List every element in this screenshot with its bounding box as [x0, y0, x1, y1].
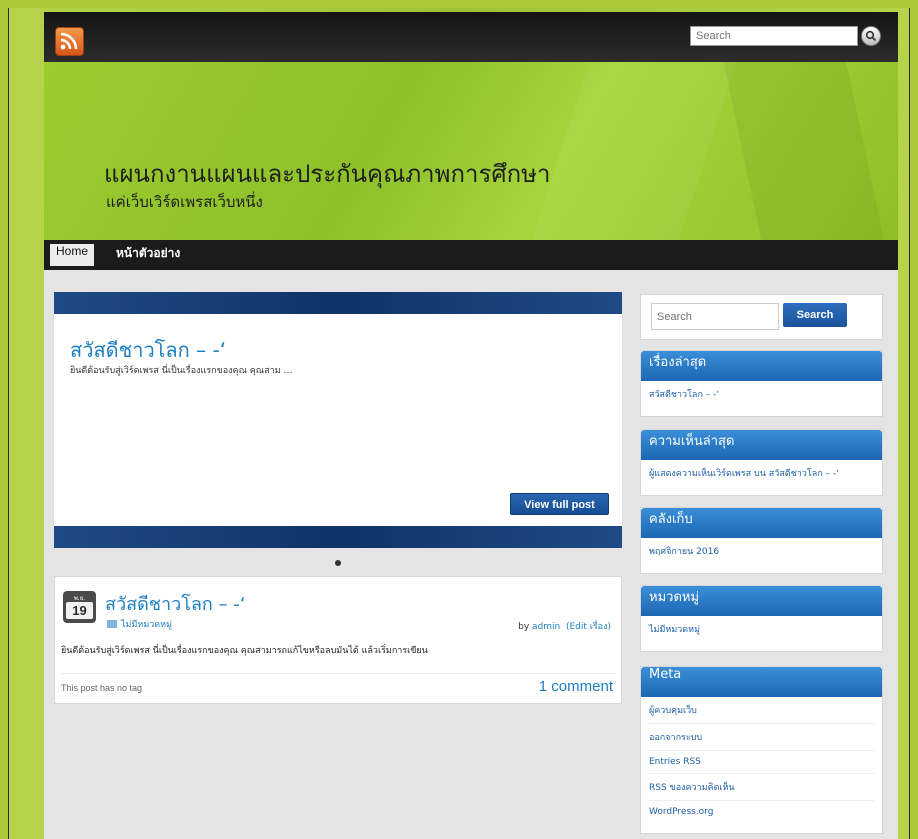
nav-home[interactable]: Home	[50, 244, 95, 266]
post-tags: This post has no tag	[61, 683, 143, 693]
widget-link[interactable]: RSS ของความคิดเห็น	[649, 774, 874, 801]
slider-bottom-bar	[54, 526, 622, 548]
top-search-button[interactable]	[861, 26, 881, 46]
post-edit-link[interactable]: (Edit เรื่อง)	[566, 622, 611, 632]
rss-icon[interactable]	[55, 27, 84, 56]
widget-link[interactable]: ออกจากระบบ	[649, 724, 874, 751]
slider-pager-dot[interactable]	[335, 560, 341, 566]
widget-title: คลังเก็บ	[641, 508, 882, 538]
widget-categories: หมวดหมู่ ไม่มีหมวดหมู่	[640, 585, 883, 652]
widget-archives: คลังเก็บ พฤศจิกายน 2016	[640, 507, 883, 574]
widget-link[interactable]: Entries RSS	[649, 751, 874, 774]
post-card: พ.ย. 19 สวัสดีชาวโลก – -‘ ไม่มีหมวดหมู่ …	[54, 576, 622, 704]
widget-link[interactable]: พฤศจิกายน 2016	[649, 538, 874, 564]
sidebar-search-input[interactable]	[651, 303, 779, 330]
top-bar	[44, 12, 898, 62]
header-decoration	[718, 62, 890, 240]
widget-link[interactable]: WordPress.org	[649, 801, 874, 823]
widget-recent-comments: ความเห็นล่าสุด ผู้แสดงความเห็นเวิร์ดเพรส…	[640, 429, 883, 496]
view-full-post-button[interactable]: View full post	[510, 493, 609, 515]
header-decoration	[527, 62, 741, 240]
widget-title: ความเห็นล่าสุด	[641, 430, 882, 460]
widget-meta: Meta ผู้ควบคุมเว็บ ออกจากระบบ Entries RS…	[640, 666, 883, 834]
search-icon	[865, 30, 877, 42]
site-wrapper: แผนกงานแผนและประกันคุณภาพการศึกษา แค่เว็…	[44, 12, 898, 839]
site-header: แผนกงานแผนและประกันคุณภาพการศึกษา แค่เว็…	[44, 62, 898, 240]
post-byline: by admin (Edit เรื่อง)	[518, 619, 611, 633]
post-category-label[interactable]: ไม่มีหมวดหมู่	[121, 620, 172, 630]
site-title[interactable]: แผนกงานแผนและประกันคุณภาพการศึกษา	[104, 154, 550, 193]
widget-link[interactable]: สวัสดีชาวโลก – -‘	[649, 381, 874, 407]
date-badge: พ.ย. 19	[63, 591, 96, 623]
nav-sample-page[interactable]: หน้าตัวอย่าง	[110, 244, 186, 266]
widget-link[interactable]: ผู้แสดงความเห็นเวิร์ดเพรส บน สวัสดีชาวโล…	[649, 460, 874, 486]
widget-link[interactable]: ไม่มีหมวดหมู่	[649, 616, 874, 642]
sidebar-search-widget: Search	[640, 294, 883, 340]
widget-title: เรื่องล่าสุด	[641, 351, 882, 381]
divider	[61, 673, 615, 674]
widget-link[interactable]: ผู้ควบคุมเว็บ	[649, 697, 874, 724]
featured-slider: สวัสดีชาวโลก – -‘ ยินดีต้อนรับสู่เวิร์ดเ…	[54, 292, 622, 548]
folder-icon	[107, 620, 117, 628]
date-day: 19	[66, 602, 93, 619]
date-month: พ.ย.	[73, 595, 86, 602]
widget-title: Meta	[641, 667, 882, 697]
top-search-input[interactable]	[690, 26, 858, 46]
main-nav: Home หน้าตัวอย่าง	[44, 240, 898, 270]
by-prefix: by	[518, 622, 530, 632]
post-body: ยินดีต้อนรับสู่เวิร์ดเพรส นี่เป็นเรื่องแ…	[61, 646, 428, 656]
widget-title: หมวดหมู่	[641, 586, 882, 616]
post-category[interactable]: ไม่มีหมวดหมู่	[107, 617, 172, 631]
post-author-link[interactable]: admin	[532, 622, 560, 632]
slide-title[interactable]: สวัสดีชาวโลก – -‘	[70, 334, 226, 366]
slider-top-bar	[54, 292, 622, 314]
post-title[interactable]: สวัสดีชาวโลก – -‘	[105, 589, 245, 618]
sidebar-search-button[interactable]: Search	[783, 303, 847, 327]
widget-recent-posts: เรื่องล่าสุด สวัสดีชาวโลก – -‘	[640, 350, 883, 417]
site-description: แค่เว็บเวิร์ดเพรสเว็บหนึ่ง	[106, 193, 263, 211]
slide-excerpt: ยินดีต้อนรับสู่เวิร์ดเพรส นี่เป็นเรื่องแ…	[70, 366, 293, 376]
comments-link[interactable]: 1 comment	[539, 678, 613, 695]
